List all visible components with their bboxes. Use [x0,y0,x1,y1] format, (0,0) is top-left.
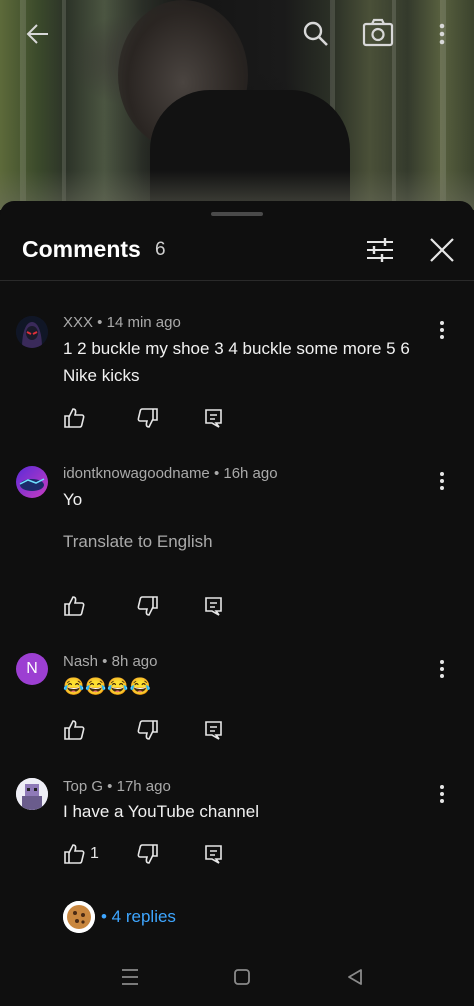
reply-icon [205,597,222,616]
thumbs-down-icon [137,844,158,864]
like-button[interactable] [63,843,85,865]
close-icon [430,238,454,262]
comment-more-button[interactable] [432,657,452,681]
avatar[interactable] [16,778,48,810]
drag-handle[interactable] [211,212,263,216]
more-vertical-icon [440,785,444,803]
recent-apps-icon[interactable] [120,968,140,991]
close-button[interactable] [426,234,458,266]
reply-button[interactable] [203,407,225,429]
reply-button[interactable] [203,595,225,617]
comment-text: 1 2 buckle my shoe 3 4 buckle some more … [63,339,410,385]
purple-scene-avatar-icon [16,466,48,498]
thumbs-up-icon [64,408,85,428]
search-icon[interactable] [302,20,330,48]
comments-count: 6 [155,239,166,260]
replies-count-link[interactable]: • 4 replies [101,907,176,927]
translate-link[interactable]: Translate to English [63,532,213,552]
home-icon[interactable] [233,968,251,991]
like-count: 1 [90,845,99,862]
dislike-button[interactable] [137,407,159,429]
camera-icon[interactable] [362,18,394,48]
comment-more-button[interactable] [432,469,452,493]
comment-meta: Nash • 8h ago [63,653,158,670]
cookie-avatar-icon [63,901,95,933]
comment-text: I have a YouTube channel [63,802,259,821]
sliders-icon [367,238,393,262]
reply-icon [205,721,222,740]
reply-icon [205,409,222,428]
like-button[interactable] [63,719,85,741]
video-player[interactable] [0,0,474,210]
hooded-avatar-icon [16,316,48,348]
back-icon[interactable] [346,968,364,991]
comment-meta: Top G • 17h ago [63,778,171,795]
more-vertical-icon[interactable] [432,20,452,48]
pixel-avatar-icon [16,778,48,810]
dislike-button[interactable] [137,843,159,865]
dislike-button[interactable] [137,719,159,741]
avatar[interactable] [16,316,48,348]
reply-icon [205,845,222,864]
reply-button[interactable] [203,719,225,741]
thumbs-down-icon [137,596,158,616]
thumbs-up-icon [64,844,85,864]
back-arrow-icon[interactable] [24,20,52,48]
like-button[interactable] [63,407,85,429]
like-button[interactable] [63,595,85,617]
thumbs-up-icon [64,596,85,616]
comments-title: Comments [22,236,141,262]
comment-more-button[interactable] [432,782,452,806]
dislike-button[interactable] [137,595,159,617]
more-vertical-icon [440,472,444,490]
comment-text: Yo [63,490,83,509]
avatar-letter: N [26,660,38,677]
thumbs-down-icon [137,408,158,428]
comment-meta: XXX • 14 min ago [63,314,181,331]
reply-button[interactable] [203,843,225,865]
system-navigation-bar [0,948,474,1006]
header-divider [0,280,474,281]
thumbs-down-icon [137,720,158,740]
comment-text: 😂😂😂😂 [63,677,152,696]
comment-meta: idontknowagoodname • 16h ago [63,465,278,482]
avatar[interactable]: N [16,653,48,685]
reply-avatar [63,901,95,933]
more-vertical-icon [440,321,444,339]
comment-more-button[interactable] [432,318,452,342]
thumbs-up-icon [64,720,85,740]
more-vertical-icon [440,660,444,678]
avatar[interactable] [16,466,48,498]
sort-filter-button[interactable] [364,234,396,266]
